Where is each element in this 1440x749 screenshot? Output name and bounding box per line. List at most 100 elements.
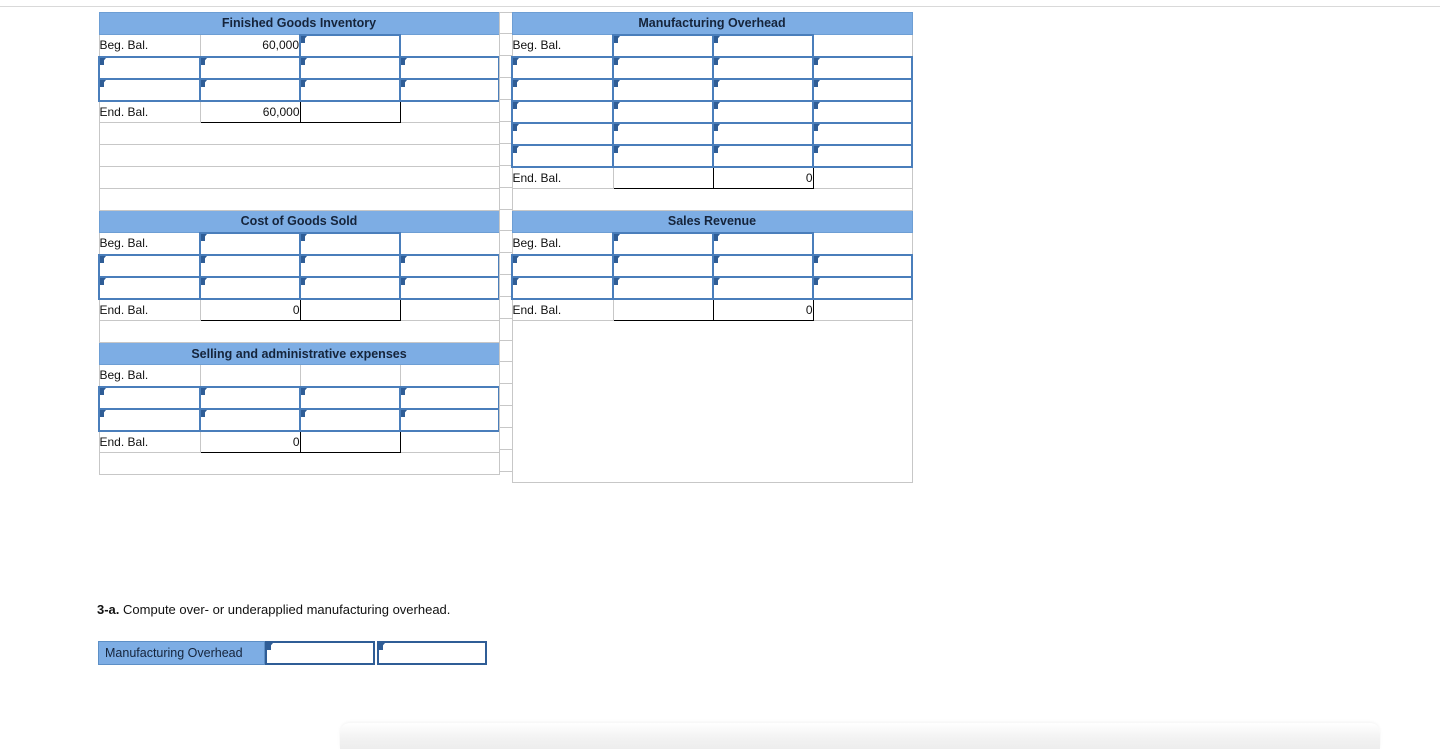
end-bal-value-sales: 0 [712,298,814,321]
blank-cell-sales-end [812,298,913,321]
input-cell-moh-r2-c3[interactable] [712,77,814,102]
input-cell-moh-r3-c2[interactable] [612,99,714,124]
end-bal-label-sae: End. Bal. [98,430,201,453]
input-cell-moh-beg-credit[interactable] [712,33,814,58]
input-cell-fgi-r2-c3[interactable] [299,77,401,102]
table-row [511,188,913,211]
table-row [98,253,500,278]
input-cell-moh-r4-c3[interactable] [712,121,814,146]
input-cell-cogs-beg-credit[interactable] [299,231,401,256]
table-row: Beg. Bal. [511,231,913,256]
input-cell-moh-r4-c2[interactable] [612,121,714,146]
input-cell-moh-r4-c4[interactable] [812,121,913,146]
input-cell-sales-beg-debit[interactable] [612,231,714,256]
input-cell-sales-r2-c4[interactable] [812,275,913,300]
blank-cell-sae-beg-extra [399,364,500,387]
input-cell-sales-beg-credit[interactable] [712,231,814,256]
table-row: Beg. Bal. [511,33,913,58]
input-cell-cogs-beg-debit[interactable] [199,231,301,256]
input-cell-moh-r1-c4[interactable] [812,55,913,80]
account-header-cost-of-goods-sold: Cost of Goods Sold [98,210,500,233]
question-3a: 3-a. Compute over- or underapplied manuf… [97,602,450,617]
input-cell-fgi-r1-c3[interactable] [299,55,401,80]
input-cell-fgi-r1-c1[interactable] [98,55,201,80]
input-cell-fgi-beg-credit[interactable] [299,33,401,58]
right-accounts-table: Manufacturing Overhead Beg. Bal. End. Ba… [511,12,913,483]
table-row [511,275,913,300]
input-cell-moh-r3-c4[interactable] [812,99,913,124]
input-cell-sae-r1-c3[interactable] [299,385,401,410]
input-cell-moh-r1-c2[interactable] [612,55,714,80]
table-row [511,55,913,80]
end-bal-value-cogs: 0 [199,298,301,321]
input-cell-moh-r2-c1[interactable] [511,77,614,102]
input-cell-moh-r5-c1[interactable] [511,143,614,168]
left-accounts-table: Finished Goods Inventory Beg. Bal. 60,00… [98,12,500,475]
table-row: Cost of Goods Sold [98,210,500,233]
table-row: Manufacturing Overhead [511,12,913,35]
input-cell-sales-r1-c4[interactable] [812,253,913,278]
input-cell-sales-r2-c3[interactable] [712,275,814,300]
table-row: Selling and administrative expenses [98,342,500,365]
table-row: End. Bal. 0 [511,298,913,321]
manufacturing-overhead-answer-input-1[interactable] [265,641,375,665]
input-cell-sae-r1-c2[interactable] [199,385,301,410]
account-header-selling-and-administrative-expenses: Selling and administrative expenses [98,342,500,365]
input-cell-moh-r5-c2[interactable] [612,143,714,168]
end-bal-value-sae: 0 [199,430,301,453]
beg-bal-label-sales: Beg. Bal. [511,232,614,255]
account-header-manufacturing-overhead: Manufacturing Overhead [511,12,913,35]
input-cell-fgi-r1-c2[interactable] [199,55,301,80]
input-cell-fgi-r2-c2[interactable] [199,77,301,102]
input-cell-cogs-r1-c3[interactable] [299,253,401,278]
input-cell-fgi-r2-c4[interactable] [399,77,500,102]
input-cell-fgi-r1-c4[interactable] [399,55,500,80]
table-row [98,144,500,167]
input-cell-sales-r2-c2[interactable] [612,275,714,300]
input-cell-sales-r1-c1[interactable] [511,253,614,278]
blank-cell-fgi-end [399,100,500,123]
input-cell-sae-r1-c4[interactable] [399,385,500,410]
input-cell-moh-beg-debit[interactable] [612,33,714,58]
input-cell-sae-r2-c4[interactable] [399,407,500,432]
input-cell-moh-r3-c1[interactable] [511,99,614,124]
input-cell-sae-r2-c1[interactable] [98,407,201,432]
input-cell-sae-r2-c2[interactable] [199,407,301,432]
spacer-row-fgi-3 [98,166,500,189]
input-cell-cogs-r2-c4[interactable] [399,275,500,300]
end-bal-label-cogs: End. Bal. [98,298,201,321]
input-cell-cogs-r1-c4[interactable] [399,253,500,278]
beg-bal-label-cogs: Beg. Bal. [98,232,201,255]
input-cell-moh-r5-c3[interactable] [712,143,814,168]
input-cell-cogs-r1-c2[interactable] [199,253,301,278]
bottom-sheet-panel [340,723,1380,749]
blank-cell-cogs-beg [399,232,500,255]
input-cell-cogs-r2-c3[interactable] [299,275,401,300]
manufacturing-overhead-answer-input-2[interactable] [377,641,487,665]
input-cell-cogs-r2-c2[interactable] [199,275,301,300]
input-cell-moh-r2-c2[interactable] [612,77,714,102]
end-bal-credit-sae [299,430,401,453]
blank-cell-cogs-end [399,298,500,321]
end-bal-value-moh: 0 [712,166,814,189]
table-row: Finished Goods Inventory [98,12,500,35]
input-cell-moh-r1-c3[interactable] [712,55,814,80]
input-cell-moh-r1-c1[interactable] [511,55,614,80]
spacer-row-fgi-4 [98,188,500,211]
input-cell-sae-r1-c1[interactable] [98,385,201,410]
input-cell-moh-r4-c1[interactable] [511,121,614,146]
input-cell-sae-r2-c3[interactable] [299,407,401,432]
input-cell-moh-r2-c4[interactable] [812,77,913,102]
input-cell-cogs-r2-c1[interactable] [98,275,201,300]
input-cell-moh-r3-c3[interactable] [712,99,814,124]
end-bal-value-fgi: 60,000 [199,100,301,123]
input-cell-fgi-r2-c1[interactable] [98,77,201,102]
input-cell-sales-r2-c1[interactable] [511,275,614,300]
end-bal-label-moh: End. Bal. [511,166,614,189]
input-cell-cogs-r1-c1[interactable] [98,253,201,278]
input-cell-sales-r1-c2[interactable] [612,253,714,278]
end-bal-credit-fgi [299,100,401,123]
input-cell-moh-r5-c4[interactable] [812,143,913,168]
table-row [511,143,913,168]
input-cell-sales-r1-c3[interactable] [712,253,814,278]
